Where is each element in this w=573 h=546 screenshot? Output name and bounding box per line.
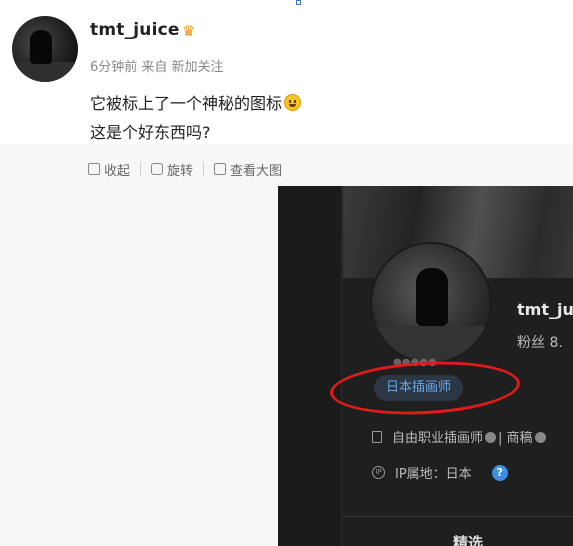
profile-name: tmt_ju <box>517 300 573 319</box>
profile-bio: 自由职业插画师 | 商稿 <box>392 427 548 446</box>
view-large-label: 查看大图 <box>230 163 283 179</box>
help-icon[interactable]: ? <box>491 464 508 481</box>
smile-emoji-icon <box>284 94 302 111</box>
rotate-label: 旋转 <box>167 163 194 179</box>
profile-bio-row: 自由职业插画师 | 商稿 <box>372 427 548 446</box>
screenshot-left-column <box>278 186 342 546</box>
username[interactable]: tmt_juice <box>90 20 180 40</box>
post-meta: 6分钟前 来自 新加关注 <box>90 60 224 75</box>
post-line-2: 这是个好东西吗? <box>90 123 211 142</box>
profile-avatar <box>370 242 492 364</box>
profile-ip-row: IP IP属地：日本 ? <box>372 463 508 482</box>
avatar[interactable] <box>12 16 78 82</box>
collapse-icon <box>88 163 100 175</box>
document-icon <box>372 430 382 443</box>
red-annotation-circle <box>328 357 522 419</box>
profile-avatar-cat <box>416 268 448 326</box>
rotate-button[interactable]: 旋转 <box>151 160 193 179</box>
view-large-button[interactable]: 查看大图 <box>214 160 282 179</box>
emoji-icon <box>485 432 497 443</box>
post-line-1: 它被标上了一个神秘的图标 <box>90 94 283 113</box>
rotate-icon <box>151 163 164 175</box>
avatar-floor <box>12 62 78 82</box>
view-large-icon <box>214 163 227 175</box>
profile-fans: 粉丝 8. <box>517 335 563 351</box>
profile-divider <box>341 516 573 517</box>
emoji-icon <box>534 432 546 443</box>
profile-ip: IP属地：日本 <box>395 467 472 482</box>
crown-icon: ♛ <box>182 22 196 40</box>
avatar-cat-silhouette <box>30 30 52 64</box>
post-text: 它被标上了一个神秘的图标 这是个好东西吗? <box>90 89 302 147</box>
collapse-label: 收起 <box>104 163 131 179</box>
embedded-screenshot[interactable]: tmt_ju 粉丝 8. ●●●●● 日本插画师 自由职业插画师 | 商稿 IP … <box>278 186 573 546</box>
resize-handle-top[interactable] <box>296 0 301 5</box>
collapse-button[interactable]: 收起 <box>88 160 130 179</box>
tab-featured: 精选 <box>453 534 484 546</box>
toolbar-divider <box>203 162 205 176</box>
ip-icon: IP <box>372 466 385 479</box>
toolbar-divider <box>140 162 142 176</box>
media-toolbar: 收起 旋转 查看大图 <box>88 158 282 180</box>
